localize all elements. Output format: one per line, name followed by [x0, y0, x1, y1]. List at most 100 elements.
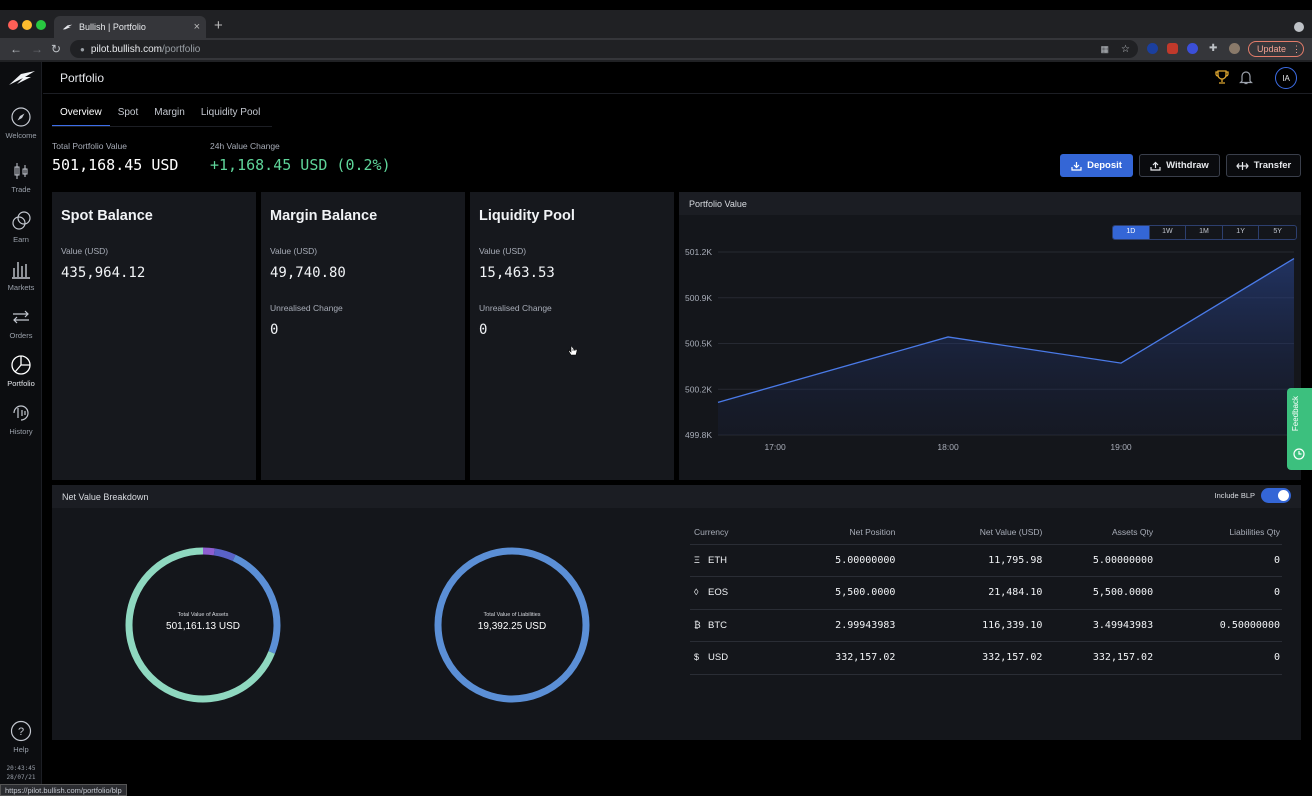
url-field[interactable]: ● pilot.bullish.com/portfolio ▦ ☆	[70, 40, 1138, 58]
bell-icon[interactable]	[1239, 70, 1253, 85]
assets-qty-cell: 3.49943983	[1044, 609, 1155, 642]
forward-icon[interactable]: →	[31, 42, 43, 56]
help-label: Help	[13, 745, 28, 754]
column-header[interactable]: Assets Qty	[1044, 520, 1155, 544]
extension-red-icon[interactable]	[1167, 43, 1178, 54]
transfer-icon	[1236, 161, 1249, 171]
tab-search-icon[interactable]	[1294, 22, 1304, 32]
column-header[interactable]: Net Position	[777, 520, 898, 544]
bullish-favicon-icon	[62, 23, 73, 31]
tab-close-icon[interactable]: ×	[194, 21, 200, 33]
liabilities-total-label: Total Value of Liabilities	[452, 612, 572, 618]
help-button[interactable]: ? Help	[0, 720, 42, 754]
column-header[interactable]: Currency	[690, 520, 777, 544]
extensions-puzzle-icon[interactable]: ✚	[1209, 43, 1220, 54]
currency-cell: ₿BTC	[690, 609, 777, 642]
column-header[interactable]: Net Value (USD)	[897, 520, 1044, 544]
sidebar-item-markets[interactable]: Markets	[0, 258, 42, 292]
update-label: Update	[1257, 44, 1286, 54]
page-title: Portfolio	[60, 71, 104, 85]
candlestick-icon	[10, 160, 32, 182]
donut-segment-eth[interactable]	[203, 551, 214, 552]
sidebar-item-label: Portfolio	[7, 379, 35, 388]
reload-icon[interactable]: ↻	[51, 42, 61, 56]
browser-chrome: Bullish | Portfolio × + ← → ↻ ● pilot.bu…	[0, 0, 1312, 62]
bar-chart-icon	[10, 258, 32, 280]
pie-chart-icon	[10, 354, 32, 376]
sidebar-item-history[interactable]: History	[0, 402, 42, 436]
tab-overview[interactable]: Overview	[52, 106, 110, 126]
svg-text:?: ?	[18, 726, 24, 738]
sidebar-item-welcome[interactable]: Welcome	[0, 106, 42, 140]
user-avatar[interactable]: IA	[1275, 67, 1297, 89]
area-fill	[718, 259, 1294, 435]
spot-title: Spot Balance	[61, 208, 153, 224]
table-row[interactable]: ΞETH5.0000000011,795.985.000000000	[690, 544, 1282, 577]
maximize-window-button[interactable]	[36, 20, 46, 30]
tab-margin[interactable]: Margin	[146, 106, 193, 126]
browser-tab[interactable]: Bullish | Portfolio ×	[54, 16, 206, 38]
page-header: Portfolio IA	[43, 62, 1312, 94]
top-strip	[0, 0, 1312, 10]
margin-balance-card[interactable]: Margin Balance Value (USD) 49,740.80 Unr…	[261, 192, 465, 480]
kebab-menu-icon: ⋮	[1292, 44, 1301, 55]
extension-purple-icon[interactable]	[1187, 43, 1198, 54]
new-tab-button[interactable]: +	[214, 17, 223, 34]
sidebar-item-orders[interactable]: Orders	[0, 306, 42, 340]
minimize-window-button[interactable]	[22, 20, 32, 30]
table-row[interactable]: $USD332,157.02332,157.02332,157.020	[690, 642, 1282, 675]
liquidity-pool-card[interactable]: Liquidity Pool Value (USD) 15,463.53 Unr…	[470, 192, 674, 480]
bookmark-star-icon[interactable]: ☆	[1121, 44, 1130, 55]
extension-blue-icon[interactable]	[1147, 43, 1158, 54]
currency-name: ETH	[708, 555, 727, 566]
sidebar-item-trade[interactable]: Trade	[0, 160, 42, 194]
liabilities-qty-cell: 0	[1155, 544, 1282, 577]
portfolio-value-chart: 499.8K500.2K500.5K500.9K501.2K17:0018:00…	[679, 215, 1301, 480]
profile-avatar-icon[interactable]	[1229, 43, 1240, 54]
value-change-24h: 24h Value Change +1,168.45 USD (0.2%)	[210, 141, 430, 174]
liabilities-qty-cell: 0	[1155, 642, 1282, 675]
table-row[interactable]: ₿BTC2.99943983116,339.103.499439830.5000…	[690, 609, 1282, 642]
tab-liquidity-pool[interactable]: Liquidity Pool	[193, 106, 268, 126]
include-blp-toggle[interactable]	[1261, 488, 1291, 503]
currency-name: BTC	[708, 620, 727, 631]
back-icon[interactable]: ←	[10, 42, 22, 56]
spot-balance-card[interactable]: Spot Balance Value (USD) 435,964.12	[52, 192, 256, 480]
margin-change: 0	[270, 322, 278, 338]
donut-segment-eos[interactable]	[214, 552, 234, 558]
currency-cell: ◊EOS	[690, 577, 777, 610]
net-position-cell: 5,500.0000	[777, 577, 898, 610]
bullish-logo-icon[interactable]	[8, 70, 36, 86]
table-row[interactable]: ◊EOS5,500.000021,484.105,500.00000	[690, 577, 1282, 610]
transfer-label: Transfer	[1254, 160, 1292, 171]
net-value-breakdown: Net Value Breakdown Include BLP Total Va…	[52, 485, 1301, 740]
net-value-cell: 21,484.10	[897, 577, 1044, 610]
close-window-button[interactable]	[8, 20, 18, 30]
tabs-divider	[52, 126, 272, 127]
lock-icon: ●	[80, 45, 85, 54]
change-value: +1,168.45 USD (0.2%)	[210, 156, 430, 174]
trophy-icon[interactable]	[1215, 70, 1229, 85]
sidebar-item-portfolio[interactable]: Portfolio	[0, 354, 42, 388]
margin-change-label: Unrealised Change	[270, 303, 343, 313]
update-button[interactable]: Update ⋮	[1248, 41, 1304, 57]
tab-spot[interactable]: Spot	[110, 106, 147, 126]
assets-total-label: Total Value of Assets	[143, 612, 263, 618]
withdraw-button[interactable]: Withdraw	[1139, 154, 1220, 177]
withdraw-icon	[1150, 161, 1161, 171]
y-tick-label: 500.2K	[685, 384, 712, 394]
column-header[interactable]: Liabilities Qty	[1155, 520, 1282, 544]
qr-code-icon[interactable]: ▦	[1101, 44, 1110, 55]
spot-value-label: Value (USD)	[61, 246, 108, 256]
assets-donut-center: Total Value of Assets 501,161.13 USD	[143, 612, 263, 632]
feedback-tab[interactable]: Feedback	[1287, 388, 1312, 470]
usd-icon: $	[694, 652, 708, 662]
pool-title: Liquidity Pool	[479, 208, 575, 224]
sidebar-item-earn[interactable]: Earn	[0, 210, 42, 244]
donut-segment-btc[interactable]	[234, 558, 277, 653]
deposit-button[interactable]: Deposit	[1060, 154, 1133, 177]
spot-value: 435,964.12	[61, 265, 145, 281]
net-position-cell: 2.99943983	[777, 609, 898, 642]
transfer-button[interactable]: Transfer	[1226, 154, 1301, 177]
liabilities-qty-cell: 0.50000000	[1155, 609, 1282, 642]
